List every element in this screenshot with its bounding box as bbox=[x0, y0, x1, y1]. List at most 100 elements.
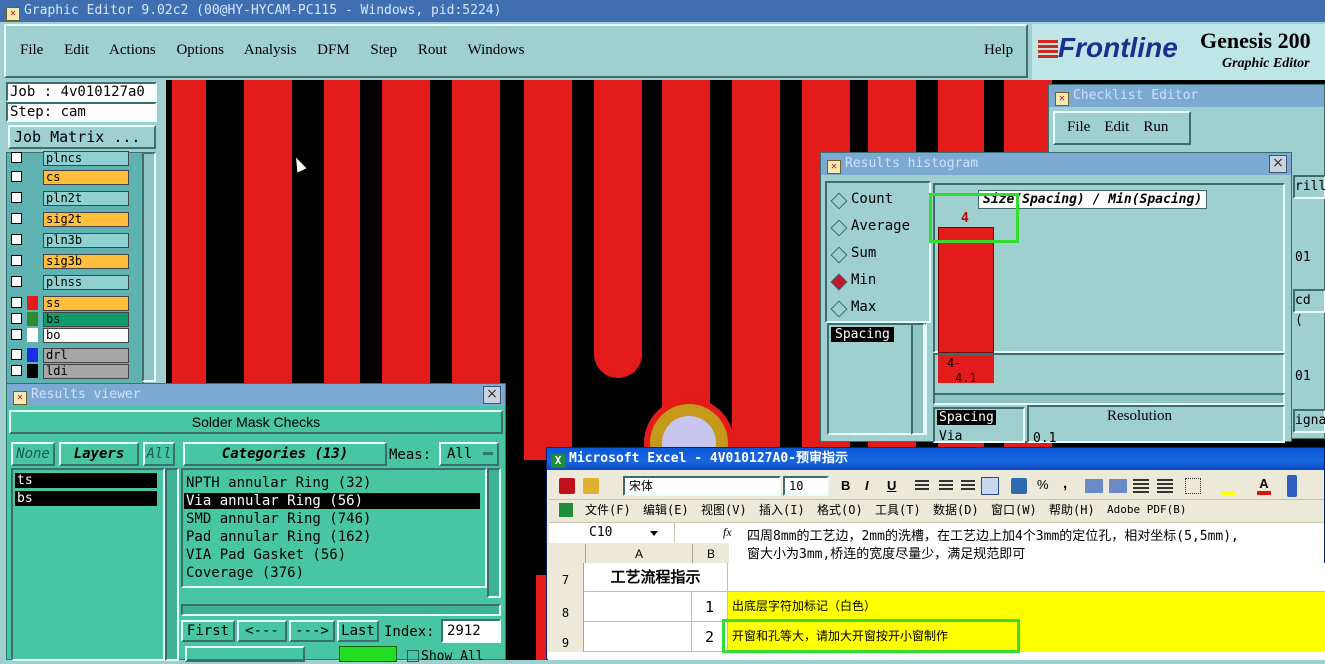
categories-h-scrollbar[interactable] bbox=[181, 604, 501, 616]
all-layers-button[interactable]: All bbox=[143, 442, 175, 466]
row-number[interactable]: 9 bbox=[548, 622, 584, 652]
app-titlebar[interactable]: ✕ Graphic Editor 9.02c2 (00@HY-HYCAM-PC11… bbox=[0, 0, 1325, 22]
layer-checkbox[interactable] bbox=[11, 152, 22, 163]
layer-name[interactable]: sig2t bbox=[43, 212, 129, 227]
align-right-icon[interactable] bbox=[961, 480, 975, 492]
cell-b8[interactable]: 1 bbox=[692, 592, 728, 622]
increase-decimal-icon[interactable] bbox=[1085, 479, 1103, 493]
histogram-titlebar[interactable]: ✕ Results histogram × bbox=[821, 153, 1291, 175]
histogram-h-scrollbar[interactable] bbox=[933, 393, 1285, 405]
excel-menu-help[interactable]: 帮助(H) bbox=[1049, 500, 1095, 520]
layer-name[interactable]: ldi bbox=[43, 364, 129, 379]
layer-checkbox[interactable] bbox=[11, 192, 22, 203]
layer-checkbox[interactable] bbox=[11, 297, 22, 308]
layer-checkbox[interactable] bbox=[11, 276, 22, 287]
menu-actions[interactable]: Actions bbox=[109, 42, 156, 58]
menu-options[interactable]: Options bbox=[176, 42, 224, 58]
layer-checkbox[interactable] bbox=[11, 255, 22, 266]
borders-icon[interactable] bbox=[1185, 478, 1201, 494]
row-number[interactable]: 8 bbox=[548, 592, 584, 622]
layer-checkbox[interactable] bbox=[11, 213, 22, 224]
layer-name[interactable]: pln3b bbox=[43, 233, 129, 248]
fx-icon[interactable]: fx bbox=[723, 525, 732, 540]
category-item[interactable]: VIA Pad Gasket (56) bbox=[186, 547, 346, 563]
nav-first-button[interactable]: First bbox=[181, 620, 235, 642]
layer-name[interactable]: plncs bbox=[43, 151, 129, 166]
font-color-icon[interactable]: A bbox=[1257, 477, 1271, 495]
column-header-b[interactable]: B bbox=[693, 544, 729, 564]
cell-a9[interactable] bbox=[584, 622, 692, 652]
checklist-menu-run[interactable]: Run bbox=[1143, 119, 1168, 135]
nav-last-button[interactable]: Last bbox=[337, 620, 379, 642]
decrease-decimal-icon[interactable] bbox=[1109, 479, 1127, 493]
column-header-a[interactable]: A bbox=[585, 544, 693, 564]
layer-name[interactable]: bo bbox=[43, 328, 129, 343]
layer-checkbox[interactable] bbox=[11, 329, 22, 340]
underline-button[interactable]: U bbox=[887, 478, 896, 493]
percent-button[interactable]: % bbox=[1037, 477, 1049, 492]
currency-icon[interactable] bbox=[1011, 478, 1027, 494]
close-icon[interactable]: × bbox=[1269, 155, 1287, 173]
pdf-email-icon[interactable] bbox=[583, 478, 599, 494]
layer-checkbox[interactable] bbox=[11, 365, 22, 376]
excel-menu-format[interactable]: 格式(O) bbox=[817, 500, 863, 520]
categories-button[interactable]: Categories (13) bbox=[183, 442, 387, 466]
font-name-select[interactable]: 宋体 bbox=[623, 476, 781, 496]
spacing-list-item[interactable]: Spacing bbox=[831, 327, 894, 342]
layer-row[interactable]: bo bbox=[11, 328, 129, 343]
excel-menu-tools[interactable]: 工具(T) bbox=[875, 500, 921, 520]
job-matrix-button[interactable]: Job Matrix ... bbox=[8, 125, 156, 149]
excel-menu-adobe[interactable]: Adobe PDF(B) bbox=[1107, 500, 1186, 520]
category-item[interactable]: Via annular Ring (56) bbox=[184, 493, 480, 509]
name-box[interactable]: C10 bbox=[549, 523, 675, 543]
excel-menu-edit[interactable]: 编辑(E) bbox=[643, 500, 689, 520]
menu-file[interactable]: File bbox=[20, 42, 43, 58]
menu-step[interactable]: Step bbox=[370, 42, 397, 58]
layer-name[interactable]: drl bbox=[43, 348, 129, 363]
menu-windows[interactable]: Windows bbox=[468, 42, 525, 58]
layer-row[interactable]: drl bbox=[11, 348, 129, 363]
result-layer-item[interactable]: ts bbox=[15, 473, 157, 488]
checklist-menu-file[interactable]: File bbox=[1067, 119, 1090, 135]
bottom-list-item[interactable]: Spacing bbox=[937, 410, 996, 425]
menu-dfm[interactable]: DFM bbox=[317, 42, 350, 58]
layer-row[interactable]: pln2t bbox=[11, 191, 129, 206]
excel-menu-window[interactable]: 窗口(W) bbox=[991, 500, 1037, 520]
show-all-checkbox[interactable] bbox=[407, 650, 419, 662]
font-size-select[interactable]: 10 bbox=[783, 476, 829, 496]
checklist-menu-edit[interactable]: Edit bbox=[1104, 119, 1129, 135]
results-viewer-titlebar[interactable]: ✕ Results viewer × bbox=[7, 384, 505, 406]
layer-row[interactable]: sig3b bbox=[11, 254, 129, 269]
index-input[interactable]: 2912 bbox=[441, 619, 501, 643]
excel-menu-insert[interactable]: 插入(I) bbox=[759, 500, 805, 520]
menu-rout[interactable]: Rout bbox=[418, 42, 447, 58]
layer-checkbox[interactable] bbox=[11, 171, 22, 182]
result-layer-item[interactable]: bs bbox=[15, 491, 157, 506]
layers-button[interactable]: Layers bbox=[59, 442, 139, 466]
layer-row[interactable]: pln3b bbox=[11, 233, 129, 248]
layer-row[interactable]: bs bbox=[11, 312, 129, 327]
layer-row[interactable]: ss bbox=[11, 296, 129, 311]
italic-button[interactable]: I bbox=[865, 478, 869, 493]
menu-help[interactable]: Help bbox=[984, 42, 1013, 59]
layer-row[interactable]: cs bbox=[11, 170, 129, 185]
align-left-icon[interactable] bbox=[915, 480, 929, 492]
merge-cells-icon[interactable] bbox=[981, 477, 999, 495]
menu-edit[interactable]: Edit bbox=[64, 42, 89, 58]
excel-titlebar[interactable]: X Microsoft Excel - 4V010127A0-预审指示 bbox=[547, 448, 1324, 470]
meas-dropdown[interactable]: All bbox=[439, 442, 499, 466]
layer-checkbox[interactable] bbox=[11, 313, 22, 324]
menu-analysis[interactable]: Analysis bbox=[244, 42, 297, 58]
layer-name[interactable]: cs bbox=[43, 170, 129, 185]
layer-name[interactable]: plnss bbox=[43, 275, 129, 290]
bottom-list-item[interactable]: Via bbox=[939, 429, 962, 444]
align-center-icon[interactable] bbox=[939, 480, 953, 492]
category-item[interactable]: Coverage (376) bbox=[186, 565, 304, 581]
result-layers-scrollbar[interactable] bbox=[165, 468, 179, 661]
excel-menu-file[interactable]: 文件(F) bbox=[585, 500, 631, 520]
layer-row[interactable]: ldi bbox=[11, 364, 129, 379]
category-item[interactable]: NPTH annular Ring (32) bbox=[186, 475, 371, 491]
cell-a7[interactable]: 工艺流程指示 bbox=[584, 563, 728, 592]
row-number[interactable]: 7 bbox=[548, 563, 584, 592]
layer-name[interactable]: ss bbox=[43, 296, 129, 311]
